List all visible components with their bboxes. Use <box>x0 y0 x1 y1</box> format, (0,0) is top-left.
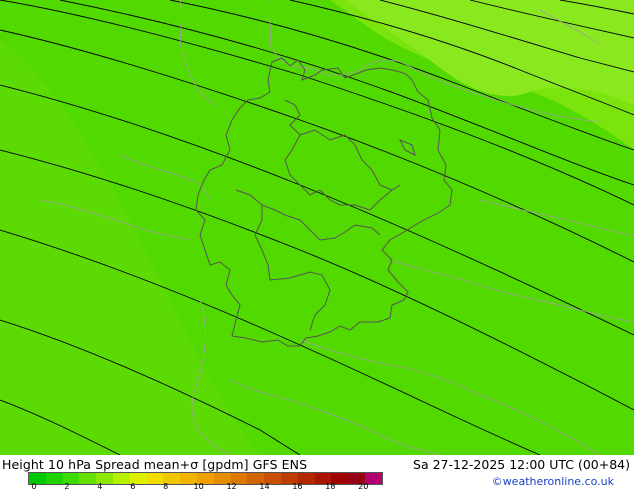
weather-map <box>0 0 634 455</box>
map-title: Height 10 hPa Spread mean+σ [gpdm] GFS E… <box>2 457 308 472</box>
map-datetime: Sa 27-12-2025 12:00 UTC (00+84) <box>413 457 630 472</box>
map-canvas <box>0 0 634 455</box>
credit-link[interactable]: ©weatheronline.co.uk <box>492 475 614 488</box>
map-footer: Height 10 hPa Spread mean+σ [gpdm] GFS E… <box>0 455 634 491</box>
